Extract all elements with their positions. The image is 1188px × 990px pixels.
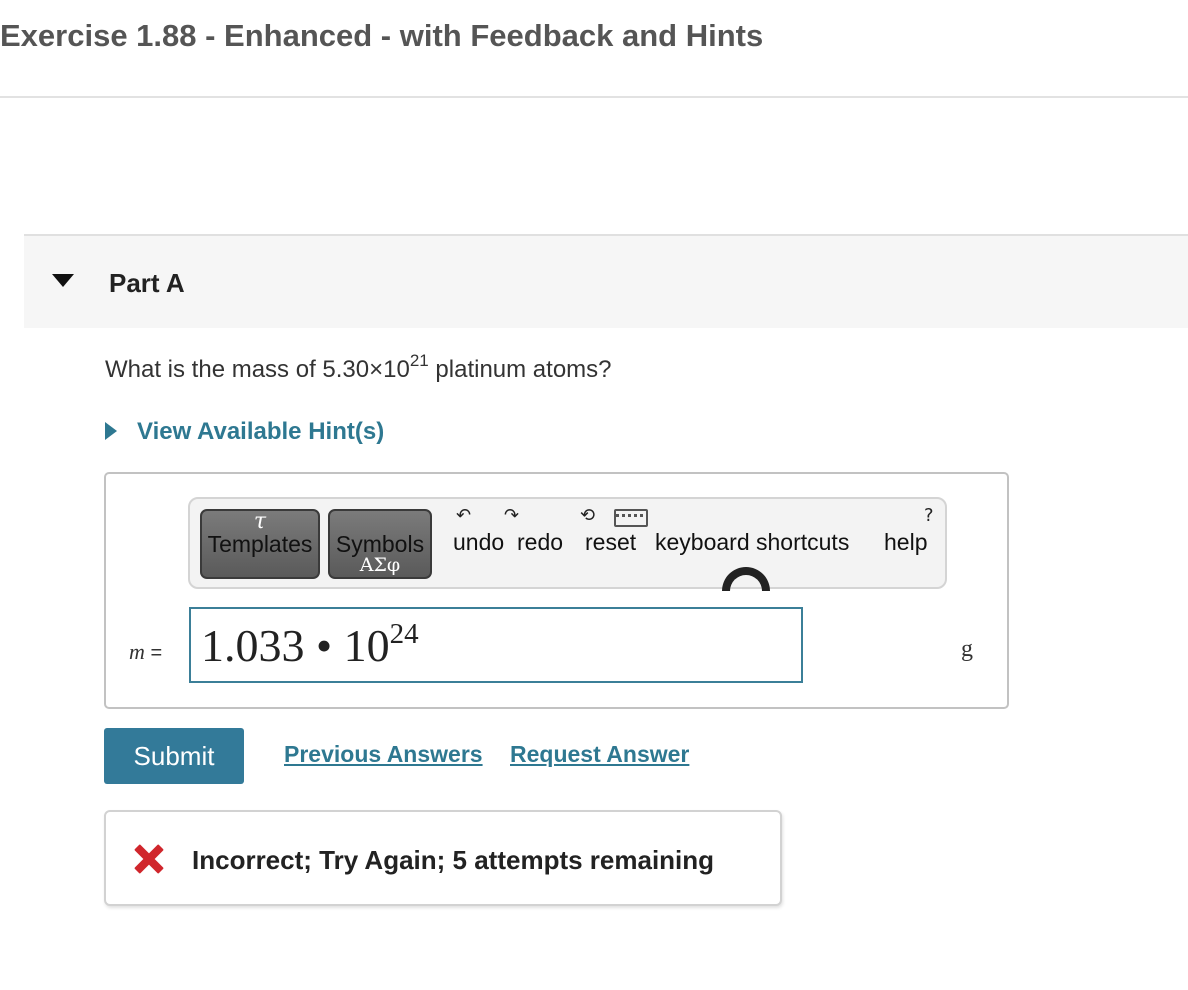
feedback-message: Incorrect; Try Again; 5 attempts remaini… xyxy=(192,845,715,875)
answer-input[interactable]: 1.033 • 1024 xyxy=(189,607,803,683)
answer-operator: • xyxy=(316,620,333,671)
undo-button[interactable]: undo xyxy=(453,529,504,556)
request-answer-link[interactable]: Request Answer xyxy=(510,741,689,768)
redo-arrow-icon: ↷ xyxy=(504,505,520,526)
view-hints-label[interactable]: View Available Hint(s) xyxy=(137,418,384,445)
collapse-triangle-icon[interactable] xyxy=(52,274,74,287)
submit-button[interactable]: Submit xyxy=(104,728,244,784)
redo-button[interactable]: redo xyxy=(517,529,563,556)
answer-area: τ Templates Symbols ΑΣφ ↶ undo ↷ redo ⟲ … xyxy=(104,472,1009,709)
previous-answers-link[interactable]: Previous Answers xyxy=(284,741,483,768)
keyboard-icon xyxy=(614,509,648,527)
variable-label: m = xyxy=(129,639,162,665)
answer-mantissa: 1.033 xyxy=(201,620,305,671)
reset-button[interactable]: reset xyxy=(585,529,636,556)
question-suffix: platinum atoms? xyxy=(428,356,612,383)
title-divider xyxy=(0,96,1188,98)
view-hints-toggle[interactable]: View Available Hint(s) xyxy=(105,418,384,446)
help-button[interactable]: help xyxy=(884,529,927,556)
help-icon: ? xyxy=(924,505,934,526)
variable-symbol: m xyxy=(129,639,145,664)
question-text: What is the mass of 5.30×1021 platinum a… xyxy=(105,352,612,384)
undo-arrow-icon: ↶ xyxy=(456,505,472,526)
gauge-icon xyxy=(722,567,770,591)
part-label: Part A xyxy=(109,268,185,298)
feedback-box: Incorrect; Try Again; 5 attempts remaini… xyxy=(104,810,782,906)
equals-sign: = xyxy=(150,642,163,664)
question-prefix: What is the mass of 5.30×10 xyxy=(105,356,410,383)
keyboard-shortcuts-button[interactable]: keyboard shortcuts xyxy=(655,529,849,556)
greek-symbols-icon: ΑΣφ xyxy=(359,554,401,576)
answer-value[interactable]: 1.033 • 1024 xyxy=(201,619,419,672)
question-exponent: 21 xyxy=(409,351,429,370)
reset-icon: ⟲ xyxy=(580,505,596,526)
templates-button[interactable]: τ Templates xyxy=(200,509,320,579)
unit-label: g xyxy=(961,636,973,662)
expand-triangle-icon[interactable] xyxy=(105,422,117,440)
incorrect-x-icon xyxy=(134,844,164,874)
symbols-button[interactable]: Symbols ΑΣφ xyxy=(328,509,432,579)
page-title: Exercise 1.88 - Enhanced - with Feedback… xyxy=(0,18,764,53)
part-header[interactable]: Part A xyxy=(24,234,1188,328)
templates-label: Templates xyxy=(207,531,313,557)
math-toolbar: τ Templates Symbols ΑΣφ ↶ undo ↷ redo ⟲ … xyxy=(188,497,947,591)
answer-base: 10 xyxy=(343,620,390,671)
answer-exponent: 24 xyxy=(389,618,419,650)
